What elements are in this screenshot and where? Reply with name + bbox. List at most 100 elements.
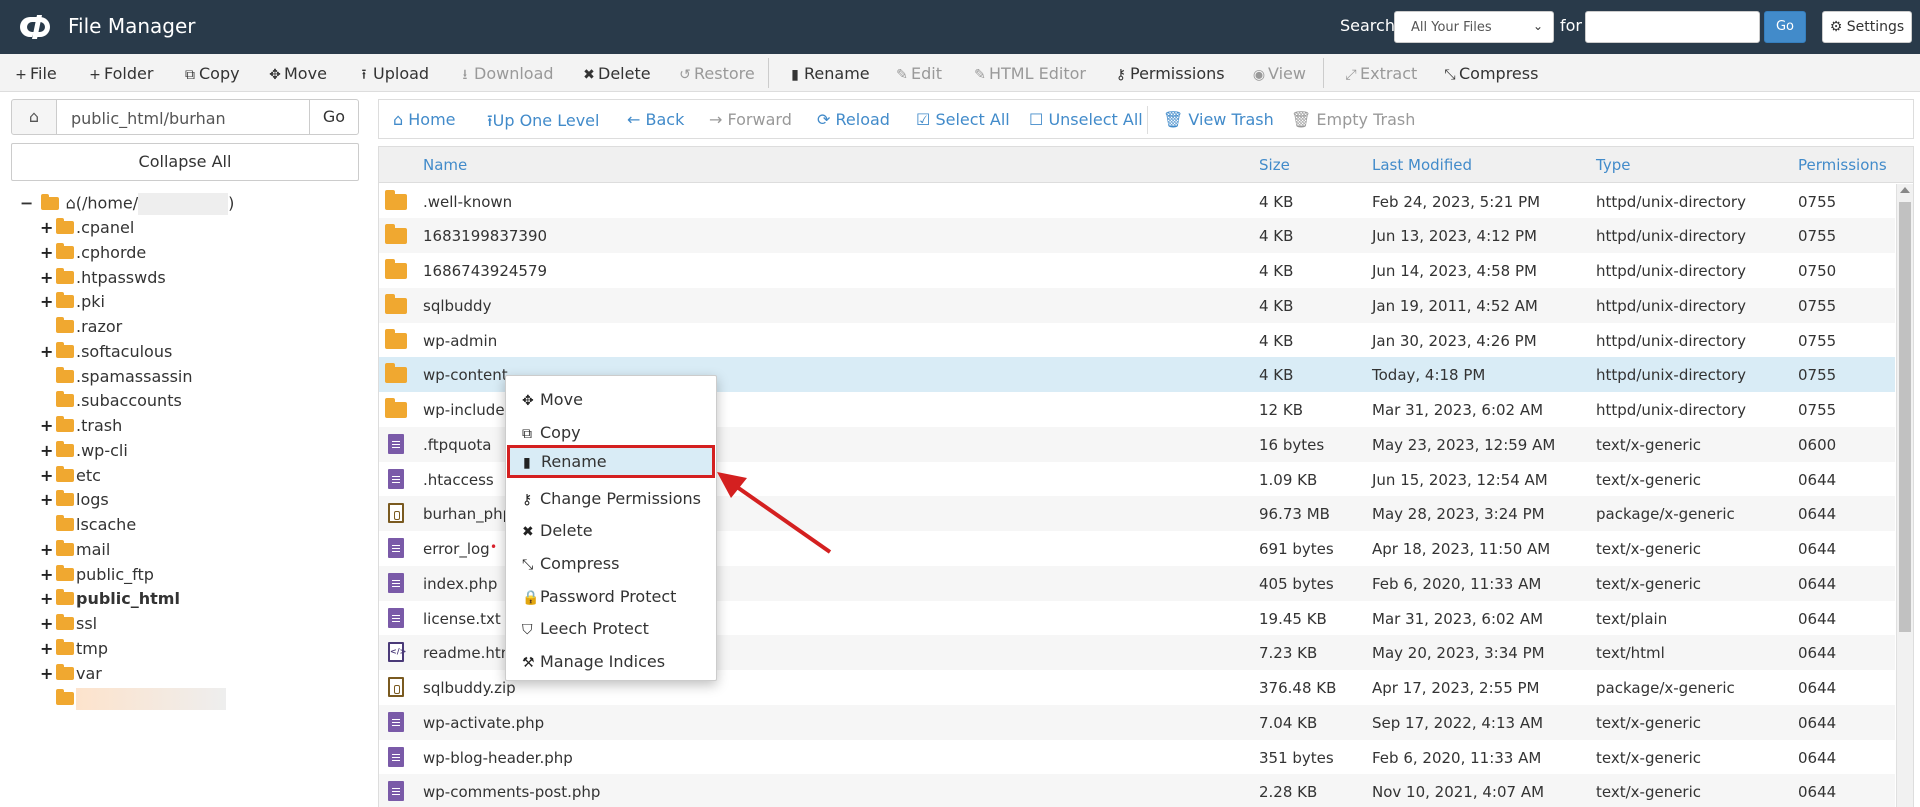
tree-item[interactable]: + .cphorde: [40, 243, 146, 267]
table-row[interactable]: .well-known 4 KB Feb 24, 2023, 5:21 PM http…: [379, 184, 1895, 219]
view-button[interactable]: ◉ View: [1250, 64, 1306, 83]
tree-item[interactable]: .razor: [40, 317, 122, 341]
new-folder-button[interactable]: + Folder: [86, 64, 153, 83]
scrollbar-thumb[interactable]: [1899, 202, 1911, 632]
tree-item[interactable]: + var: [40, 664, 102, 688]
file-name[interactable]: license.txt: [423, 610, 501, 628]
new-file-button[interactable]: + File: [12, 64, 57, 83]
expand-icon[interactable]: +: [40, 416, 54, 435]
tree-item[interactable]: + logs: [40, 490, 109, 514]
scroll-up-icon[interactable]: [1900, 187, 1910, 193]
table-row[interactable]: 1686743924579 4 KB Jun 14, 2023, 4:58 PM ht…: [379, 253, 1895, 288]
vertical-scrollbar[interactable]: [1896, 184, 1913, 807]
upload-button[interactable]: ⭱ Upload: [355, 64, 430, 88]
context-compress[interactable]: ⤡ Compress: [506, 547, 716, 577]
context-leech-protect[interactable]: ⛉ Leech Protect: [506, 612, 716, 642]
expand-icon[interactable]: +: [40, 218, 54, 237]
file-name[interactable]: wp-comments-post.php: [423, 783, 600, 801]
file-name[interactable]: burhan_php: [423, 505, 512, 523]
home-button[interactable]: ⌂: [11, 99, 57, 135]
context-manage-indices[interactable]: ⚒ Manage Indices: [506, 645, 716, 675]
compress-button[interactable]: ⤡ Compress: [1441, 64, 1538, 83]
permissions-button[interactable]: ⚷ Permissions: [1112, 64, 1225, 83]
file-name[interactable]: sqlbuddy.zip: [423, 679, 516, 697]
tree-root[interactable]: − ⌂(/home/): [20, 193, 234, 217]
context-move[interactable]: ✥ Move: [506, 383, 716, 413]
unselect-all-button[interactable]: ☐ Unselect All: [1029, 110, 1143, 129]
table-row[interactable]: wp-blog-header.php 351 bytes Feb 6, 2020, …: [379, 740, 1895, 775]
column-header-size[interactable]: Size: [1259, 156, 1290, 174]
html-editor-button[interactable]: ✎ HTML Editor: [971, 64, 1086, 83]
tree-item[interactable]: + .cpanel: [40, 218, 134, 242]
collapse-all-button[interactable]: Collapse All: [11, 143, 359, 181]
context-delete[interactable]: ✖ Delete: [506, 514, 716, 544]
expand-icon[interactable]: +: [40, 540, 54, 559]
column-header-permissions[interactable]: Permissions: [1798, 156, 1887, 174]
expand-icon[interactable]: +: [40, 292, 54, 311]
file-name[interactable]: sqlbuddy: [423, 297, 491, 315]
tree-item[interactable]: + .trash: [40, 416, 122, 440]
tree-item[interactable]: + .softaculous: [40, 342, 172, 366]
context-rename[interactable]: ▮ Rename: [507, 445, 715, 478]
column-header-type[interactable]: Type: [1596, 156, 1630, 174]
expand-icon[interactable]: +: [40, 342, 54, 361]
expand-icon[interactable]: +: [40, 243, 54, 262]
settings-button[interactable]: ⚙ Settings: [1822, 11, 1912, 43]
table-row[interactable]: 1683199837390 4 KB Jun 13, 2023, 4:12 PM ht…: [379, 218, 1895, 253]
file-name[interactable]: .ftpquota: [423, 436, 491, 454]
extract-button[interactable]: ⤢ Extract: [1342, 64, 1417, 83]
expand-icon[interactable]: +: [40, 664, 54, 683]
expand-icon[interactable]: +: [40, 589, 54, 608]
table-row[interactable]: wp-admin 4 KB Jan 30, 2023, 4:26 PM httpd/u…: [379, 323, 1895, 358]
file-name[interactable]: .htaccess: [423, 471, 494, 489]
tree-item-active[interactable]: + public_html: [40, 589, 180, 613]
tree-item-redacted[interactable]: [56, 688, 226, 712]
file-name[interactable]: 1686743924579: [423, 262, 547, 280]
download-button[interactable]: ⭳ Download: [456, 64, 554, 88]
expand-icon[interactable]: +: [40, 490, 54, 509]
rename-button[interactable]: ▮ Rename: [786, 64, 869, 83]
file-name[interactable]: wp-activate.php: [423, 714, 544, 732]
column-header-modified[interactable]: Last Modified: [1372, 156, 1472, 174]
context-change-permissions[interactable]: ⚷ Change Permissions: [506, 482, 716, 512]
nav-back-button[interactable]: ← Back: [627, 110, 684, 129]
tree-item[interactable]: + ssl: [40, 614, 97, 638]
expand-icon[interactable]: +: [40, 441, 54, 460]
tree-item[interactable]: + .pki: [40, 292, 105, 316]
tree-item[interactable]: + mail: [40, 540, 110, 564]
file-name[interactable]: wp-blog-header.php: [423, 749, 573, 767]
empty-trash-button[interactable]: 🗑 Empty Trash: [1291, 110, 1415, 129]
search-input[interactable]: [1585, 11, 1760, 43]
context-password-protect[interactable]: 🔒Password Protect: [506, 580, 716, 610]
nav-reload-button[interactable]: ⟳ Reload: [817, 110, 890, 129]
column-header-name[interactable]: Name: [423, 156, 467, 174]
nav-home-button[interactable]: ⌂ Home: [393, 110, 456, 129]
tree-item[interactable]: .subaccounts: [40, 391, 182, 415]
file-name[interactable]: .well-known: [423, 193, 512, 211]
copy-button[interactable]: ⧉ Copy: [181, 64, 240, 83]
file-name[interactable]: wp-includes: [423, 401, 512, 419]
search-scope-select[interactable]: All Your Files ⌄: [1394, 11, 1554, 43]
edit-button[interactable]: ✎ Edit: [893, 64, 942, 83]
file-name[interactable]: index.php: [423, 575, 497, 593]
move-button[interactable]: ✥ Move: [266, 64, 327, 83]
tree-item[interactable]: lscache: [40, 515, 136, 539]
context-copy[interactable]: ⧉ Copy: [506, 416, 716, 446]
table-row[interactable]: wp-activate.php 7.04 KB Sep 17, 2022, 4:13…: [379, 705, 1895, 740]
file-name[interactable]: wp-admin: [423, 332, 497, 350]
search-go-button[interactable]: Go: [1764, 11, 1806, 43]
nav-forward-button[interactable]: → Forward: [709, 110, 792, 129]
view-trash-button[interactable]: 🗑 View Trash: [1163, 110, 1274, 129]
path-input[interactable]: public_html/burhan: [56, 99, 310, 135]
expand-icon[interactable]: +: [40, 639, 54, 658]
tree-item[interactable]: + etc: [40, 466, 101, 490]
tree-item[interactable]: + .wp-cli: [40, 441, 128, 465]
file-name[interactable]: error_log: [423, 540, 490, 558]
expand-icon[interactable]: +: [40, 268, 54, 287]
tree-item[interactable]: + tmp: [40, 639, 108, 663]
select-all-button[interactable]: ☑ Select All: [916, 110, 1010, 129]
expand-icon[interactable]: +: [40, 466, 54, 485]
tree-item[interactable]: .spamassassin: [40, 367, 193, 391]
table-row[interactable]: sqlbuddy 4 KB Jan 19, 2011, 4:52 AM httpd/u…: [379, 288, 1895, 323]
expand-icon[interactable]: +: [40, 614, 54, 633]
